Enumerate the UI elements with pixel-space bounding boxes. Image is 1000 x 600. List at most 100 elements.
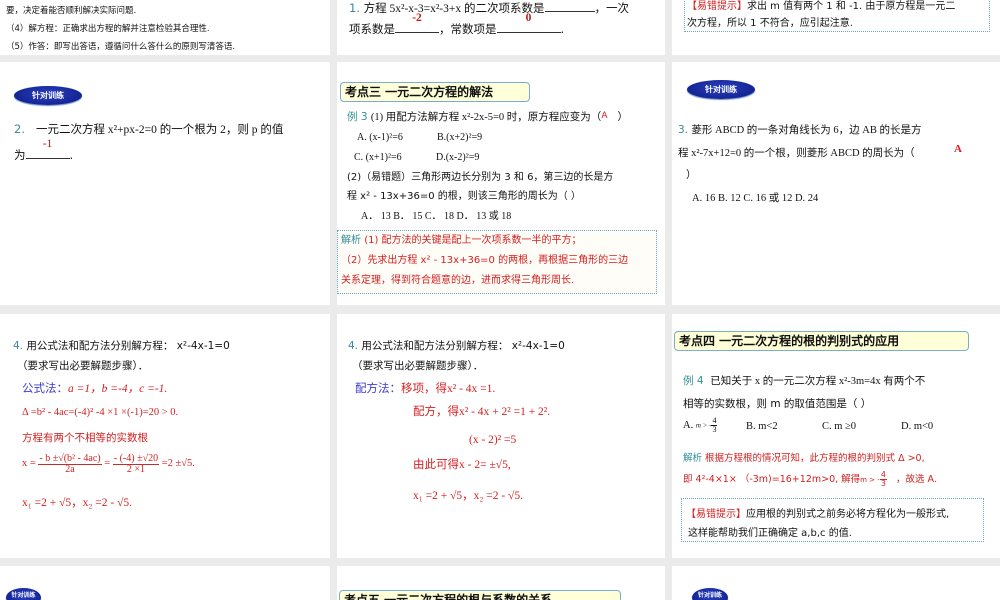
answer-blank: 0 [496, 12, 561, 33]
fraction: 43 [711, 417, 718, 434]
question-3-line1: 3. 菱形 ABCD 的一条对角线长为 6，边 AB 的长是方 [678, 124, 922, 138]
slide-row4-middle[interactable]: 考点五 一元二次方程的根与系数的关系 [337, 566, 665, 600]
answer: -1 [42, 138, 53, 150]
solution-step2: Δ =b² - 4ac=(-4)² -4 ×1 ×(-1)=20 > 0. [22, 407, 179, 418]
slide-row1-right[interactable]: 【易错提示】求出 m 值有两个 1 和 -1. 由于原方程是一元二 次方程，所以… [672, 0, 1000, 55]
slide-row1-middle[interactable]: 1. 方程 5x²-x-3=x²-3+x 的二次项系数是4，一次 项系数是 -2 ，… [337, 0, 665, 55]
question-2-options: A． 13 B． 15 C． 18 D． 13 或 18 [361, 211, 512, 222]
analysis-line3: 关系定理，得到符合题意的边，进而求得三角形周长. [341, 275, 575, 286]
option-b: B.(x+2)²=9 [437, 132, 483, 143]
question-text: 用公式法和配方法分别解方程： x²-4x-1=0 [26, 340, 230, 352]
question-number: 4. [348, 340, 359, 352]
analysis-label: 解析 [341, 235, 361, 246]
method-label: 公式法： [22, 381, 68, 395]
question-4-line1: 4. 用公式法和配方法分别解方程： x²-4x-1=0 [348, 340, 565, 353]
solution-step5: x₁ =2 + √5，x₂ =2 - √5. [22, 497, 133, 509]
denominator: 2 ×1 [126, 464, 145, 475]
question-text: 程 x²-7x+12=0 的一个根，则菱形 ABCD 的周长为（ [678, 148, 915, 159]
example-label: 例 4 [683, 375, 704, 387]
analysis-line2: 即 4²-4×1× （-3m)=16+12m>0, 解得m > -43 ，故选 … [683, 471, 937, 488]
section-header: 考点四 一元二次方程的根的判别式的应用 [674, 331, 969, 351]
solution-step2: 配方，得x² - 4x + 2² =1 + 2². [413, 406, 551, 418]
text-line: （5）作答：即写出答语，遵循问什么答什么的原则写清答语. [6, 42, 236, 52]
fraction: 43 [879, 471, 887, 488]
answer: 0 [525, 12, 532, 24]
question-1-line2: 项系数是 -2 ，常数项是 0. [349, 12, 565, 37]
question-3-line3: ） [686, 169, 697, 181]
question-text: ，常数项是 [439, 22, 497, 36]
answer: 4 [545, 0, 595, 5]
slide-row1-left[interactable]: 要，决定着能否顺利解决实际问题. （4）解方程：正确求出方程的解并注意检验其合理… [0, 0, 330, 55]
question-text: . [560, 22, 565, 36]
option-label: A. [683, 419, 694, 431]
solution-step3: 方程有两个不相等的实数根 [22, 432, 148, 444]
slide-row3-middle[interactable]: 4. 用公式法和配方法分别解方程： x²-4x-1=0 （要求写出必要解题步骤）… [337, 314, 665, 558]
question-text: 一元二次方程 x²+px-2=0 的一个根为 2，则 p 的值 [35, 124, 284, 136]
tip-text: 求出 m 值有两个 1 和 -1. 由于原方程是一元二 [747, 1, 956, 12]
answer: -2 [412, 12, 422, 24]
slide-row3-right[interactable]: 考点四 一元二次方程的根的判别式的应用 例 4 已知关于 x 的一元二次方程 x… [672, 314, 1000, 558]
slide-row4-left[interactable]: 针对训练 [0, 566, 330, 600]
analysis-line1: 解析 根据方程根的情况可知，此方程的根的判别式 Δ >0, [683, 453, 925, 464]
option-a: A. (x-1)²=6 [357, 132, 403, 143]
question-text: ，一次 [594, 1, 630, 15]
solution-step1: 公式法：a =1，b =-4，c =-1. [22, 381, 168, 397]
solution-step4: x = - b ±√(b² - 4ac) 2a = - (-4) ±√20 2 ×1… [22, 454, 195, 475]
option-c: C. m ≥0 [822, 421, 857, 432]
question-text: 用公式法和配方法分别解方程： x²-4x-1=0 [361, 340, 565, 352]
analysis-expr: m > - [860, 476, 880, 484]
tip-label: 【易错提示】 [687, 1, 747, 12]
analysis-line1: 解析 (1) 配方法的关键是配上一次项系数一半的平方； [341, 235, 582, 247]
question-4-line2: （要求写出必要解题步骤）． [352, 360, 484, 372]
question-text: 菱形 ABCD 的一条对角线长为 6，边 AB 的长是方 [691, 125, 922, 136]
option-expr: m > - [695, 421, 712, 430]
answer: A [954, 143, 962, 155]
equals: = [104, 458, 111, 470]
practice-badge: 针对训练 [687, 80, 755, 99]
formula-lhs: x = [22, 458, 36, 470]
practice-badge: 针对训练 [14, 86, 82, 105]
slide-row2-left[interactable]: 针对训练 2. 一元二次方程 x²+px-2=0 的一个根为 2，则 p 的值 … [0, 62, 330, 305]
answer-blank: -2 [395, 12, 439, 33]
example-label: 例 3 [347, 111, 368, 123]
analysis-text: 即 4²-4×1× （-3m)=16+12m>0, 解得 [683, 474, 861, 485]
solution-text: 移项，得x² - 4x =1. [401, 383, 496, 395]
slide-row3-left[interactable]: 4. 用公式法和配方法分别解方程： x²-4x-1=0 （要求写出必要解题步骤）… [0, 314, 330, 558]
tip-text: 应用根的判别式之前务必将方程化为一般形式, [746, 509, 950, 520]
solution-text: a =1，b =-4，c =-1. [68, 383, 168, 395]
slide-row2-middle[interactable]: 考点三 一元二次方程的解法 例 3 (1) 用配方法解方程 x²-2x-5=0 … [337, 62, 665, 305]
question-text: ） [617, 111, 629, 123]
question-4-line2: （要求写出必要解题步骤）． [17, 360, 149, 372]
method-label: 配方法： [355, 383, 401, 395]
question-text: (1) 用配方法解方程 x²-2x-5=0 时，原方程应变为（ [370, 112, 602, 123]
slide-row4-right[interactable]: 针对训练 [672, 566, 1000, 600]
answer-blank: 4 [544, 0, 595, 12]
option-d: D.(x-2)²=9 [436, 152, 480, 163]
question-2-line1: (2)（易错题）三角形两边长分别为 3 和 6，第三边的长是方 [347, 172, 614, 183]
section-header: 考点五 一元二次方程的根与系数的关系 [339, 590, 621, 600]
quadratic-formula-fraction: - b ±√(b² - 4ac) 2a [38, 454, 102, 475]
denominator: 3 [712, 425, 717, 434]
question-3-options: A. 16 B. 12 C. 16 或 12 D. 24 [692, 193, 819, 204]
example-4-line1: 例 4 已知关于 x 的一元二次方程 x²-3m=4x 有两个不 [683, 375, 925, 389]
answer-blank: -1 [25, 138, 70, 159]
option-b: B. m<2 [746, 421, 778, 432]
solution-step3: (x - 2)² =5 [469, 434, 517, 446]
analysis-text: (1) 配方法的关键是配上一次项系数一半的平方； [364, 235, 582, 246]
substituted-fraction: - (-4) ±√20 2 ×1 [112, 454, 160, 475]
question-text: . [69, 148, 74, 162]
slide-row2-right[interactable]: 针对训练 3. 菱形 ABCD 的一条对角线长为 6，边 AB 的长是方 程 x… [672, 62, 1000, 305]
tip-line2: 这样能帮助我们正确确定 a,b,c 的值. [688, 528, 852, 539]
denominator: 3 [880, 479, 886, 488]
analysis-text: 根据方程根的情况可知，此方程的根的判别式 Δ >0, [705, 453, 925, 464]
text-line: 要，决定着能否顺利解决实际问题. [6, 6, 137, 16]
option-d: D. m<0 [901, 421, 934, 432]
question-text: 为 [14, 148, 26, 162]
section-header: 考点三 一元二次方程的解法 [340, 82, 530, 102]
solution-step1: 配方法：移项，得x² - 4x =1. [355, 382, 495, 397]
question-number: 3. [678, 124, 689, 136]
question-number: 1. [349, 1, 360, 15]
denominator: 2a [65, 464, 75, 475]
tip-label: 【易错提示】 [686, 509, 746, 520]
analysis-label: 解析 [683, 453, 703, 464]
